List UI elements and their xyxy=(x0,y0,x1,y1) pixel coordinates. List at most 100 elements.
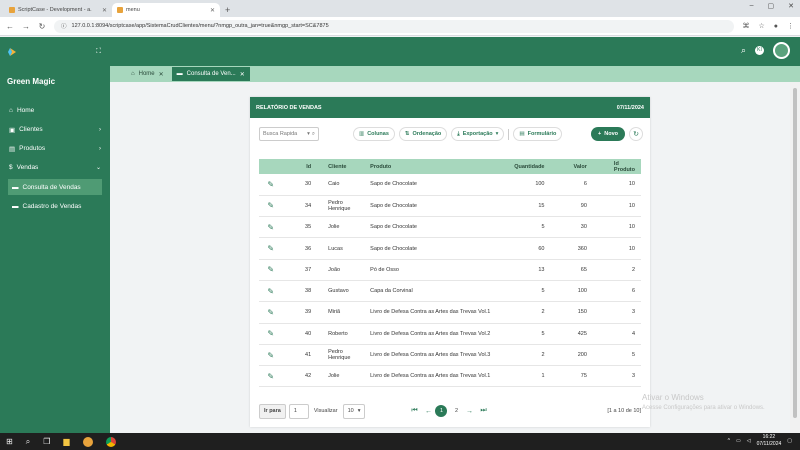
page-number[interactable]: 2 xyxy=(450,405,462,417)
kebab-menu-icon[interactable]: ⋮ xyxy=(787,22,794,30)
sidebar-item-produtos[interactable]: ▤ Produtos › xyxy=(0,139,110,158)
cell-produto: Livro de Defesa Contra as Artes das Trev… xyxy=(367,301,506,324)
ordering-button[interactable]: ⇅ Ordenação xyxy=(398,127,448,141)
sidebar-item-label: Home xyxy=(16,107,35,114)
records-summary: [1 a 10 de 10] xyxy=(607,408,641,414)
sidebar-subitem-cadastro-vendas[interactable]: ▬ Cadastro de Vendas xyxy=(8,198,102,214)
export-button[interactable]: ⤓ Exportação ▾ xyxy=(451,127,505,141)
column-header-cliente[interactable]: Cliente xyxy=(314,159,368,174)
scrollbar-thumb[interactable] xyxy=(793,88,797,418)
browser-tab-menu[interactable]: menu ✕ xyxy=(112,3,220,17)
cell-produto: Sapo de Chocolate xyxy=(367,195,506,218)
cell-cliente: Caio xyxy=(314,174,368,196)
cell-id: 34 xyxy=(282,195,315,218)
volume-icon[interactable]: ◁ xyxy=(747,438,751,444)
chrome-icon[interactable] xyxy=(105,436,116,447)
refresh-button[interactable]: ↻ xyxy=(629,127,643,141)
column-header-id[interactable]: Id xyxy=(282,159,315,174)
next-page-icon[interactable]: → xyxy=(462,408,476,415)
sidebar-item-clientes[interactable]: ▣ Clientes › xyxy=(0,120,110,139)
user-initials-badge[interactable]: KI xyxy=(755,46,764,55)
cell-cliente: Pedro Henrique xyxy=(314,344,368,367)
home-icon: ⌂ xyxy=(9,107,13,114)
notification-icon[interactable]: ▢ xyxy=(787,438,792,444)
column-header-valor[interactable]: Valor xyxy=(547,159,590,174)
app-icon[interactable] xyxy=(82,436,93,447)
tab-label: Consulta de Ven... xyxy=(186,71,236,77)
page-number[interactable]: 1 xyxy=(435,405,448,417)
edit-icon[interactable]: ✎ xyxy=(259,174,283,196)
cell-id: 35 xyxy=(282,216,315,239)
goto-page-input[interactable]: 1 xyxy=(288,403,309,419)
edit-icon[interactable]: ✎ xyxy=(259,216,283,239)
browser-tab-scriptcase[interactable]: ScriptCase - Development - a. ✕ xyxy=(4,3,112,17)
watermark-title: Ativar o Windows xyxy=(642,393,704,402)
close-icon[interactable]: ✕ xyxy=(159,71,164,78)
reload-icon[interactable]: ↻ xyxy=(38,22,46,31)
windows-start-icon[interactable]: ⊞ xyxy=(6,437,13,446)
collapse-sidebar-icon[interactable]: ⛶ xyxy=(96,48,101,56)
sidebar-item-vendas[interactable]: $ Vendas ⌄ xyxy=(0,158,110,177)
url-field[interactable]: ⓘ 127.0.0.1:8094/scriptcase/app/SistemaC… xyxy=(54,19,735,33)
back-arrow-icon[interactable]: ← xyxy=(6,22,14,31)
sidebar-menu: ⌂ Home ▣ Clientes › ▤ Produtos › $ Venda… xyxy=(0,101,110,217)
report-toolbar: Busca Rapida ▾ ⌕ ▥ Colunas ⇅ Ordenação ⤓… xyxy=(259,127,643,141)
cell-id: 36 xyxy=(282,237,315,260)
window-icon: ▬ xyxy=(176,71,183,77)
edit-icon[interactable]: ✎ xyxy=(259,237,283,260)
close-icon[interactable]: ✕ xyxy=(102,7,107,14)
search-icon[interactable]: ⌕ xyxy=(312,131,315,138)
prev-page-icon[interactable]: ← xyxy=(421,408,435,415)
clock[interactable]: 16:22 07/11/2024 xyxy=(757,434,782,448)
close-icon[interactable]: ✕ xyxy=(210,7,215,14)
new-button[interactable]: + Novo xyxy=(591,127,625,141)
tab-consulta-vendas[interactable]: ▬ Consulta de Ven... ✕ xyxy=(171,67,250,81)
info-icon[interactable]: ⓘ xyxy=(61,22,67,30)
minimize-button[interactable]: – xyxy=(750,2,754,10)
app-tab-strip: ⌂ Home ✕ ▬ Consulta de Ven... ✕ xyxy=(110,66,800,82)
cell-produto: Livro de Defesa Contra as Artes das Trev… xyxy=(367,344,506,367)
search-icon[interactable]: ⌕ xyxy=(741,45,746,56)
form-button[interactable]: ▤ Formulário xyxy=(513,127,563,141)
per-page-select[interactable]: 10 ▾ xyxy=(342,403,366,419)
tray-chevron-icon[interactable]: ^ xyxy=(728,438,730,444)
cell-quantidade: 5 xyxy=(505,216,548,239)
close-icon[interactable]: ✕ xyxy=(240,71,245,78)
forward-arrow-icon[interactable]: → xyxy=(22,22,30,31)
star-icon[interactable]: ☆ xyxy=(758,22,764,30)
avatar[interactable] xyxy=(773,42,790,59)
edit-icon[interactable]: ✎ xyxy=(259,365,283,388)
edit-icon[interactable]: ✎ xyxy=(259,344,283,367)
page-scrollbar[interactable] xyxy=(790,82,800,433)
tab-home[interactable]: ⌂ Home ✕ xyxy=(126,67,169,81)
search-icon[interactable]: ⌕ xyxy=(26,437,30,447)
caret-down-icon[interactable]: ▾ xyxy=(307,131,310,137)
maximize-button[interactable]: ▢ xyxy=(768,2,775,10)
new-tab-button[interactable]: + xyxy=(220,5,235,17)
edit-icon[interactable]: ✎ xyxy=(259,301,283,324)
network-icon[interactable]: ▭ xyxy=(736,438,741,444)
edit-icon[interactable]: ✎ xyxy=(259,259,283,281)
task-view-icon[interactable]: ❐ xyxy=(43,437,50,446)
address-bar: ← → ↻ ⓘ 127.0.0.1:8094/scriptcase/app/Si… xyxy=(0,17,800,36)
column-header-produto[interactable]: Produto xyxy=(367,159,506,174)
sidebar-subitem-consulta-vendas[interactable]: ▬ Consulta de Vendas xyxy=(8,179,102,195)
column-header-id-produto[interactable]: Id Produto xyxy=(589,159,641,174)
columns-button[interactable]: ▥ Colunas xyxy=(353,127,395,141)
edit-icon[interactable]: ✎ xyxy=(259,323,283,345)
profile-icon[interactable]: ● xyxy=(774,23,778,30)
quick-search-input[interactable]: Busca Rapida ▾ ⌕ xyxy=(259,127,319,141)
translate-icon[interactable]: ⌘ xyxy=(742,22,749,30)
edit-icon[interactable]: ✎ xyxy=(259,195,283,218)
caret-down-icon: ▾ xyxy=(495,131,499,137)
report-header: RELATÓRIO DE VENDAS 07/11/2024 xyxy=(250,97,650,118)
goto-page-button[interactable]: Ir para xyxy=(259,403,286,419)
first-page-icon[interactable]: ⏮ xyxy=(407,407,421,415)
toolbar-divider xyxy=(508,128,510,140)
last-page-icon[interactable]: ⏭ xyxy=(476,407,490,415)
column-header-quantidade[interactable]: Quantidade xyxy=(505,159,548,174)
edit-icon[interactable]: ✎ xyxy=(259,280,283,303)
file-explorer-icon[interactable]: ▆ xyxy=(63,437,69,446)
sidebar-item-home[interactable]: ⌂ Home xyxy=(0,101,110,120)
close-window-button[interactable]: ✕ xyxy=(788,2,794,10)
